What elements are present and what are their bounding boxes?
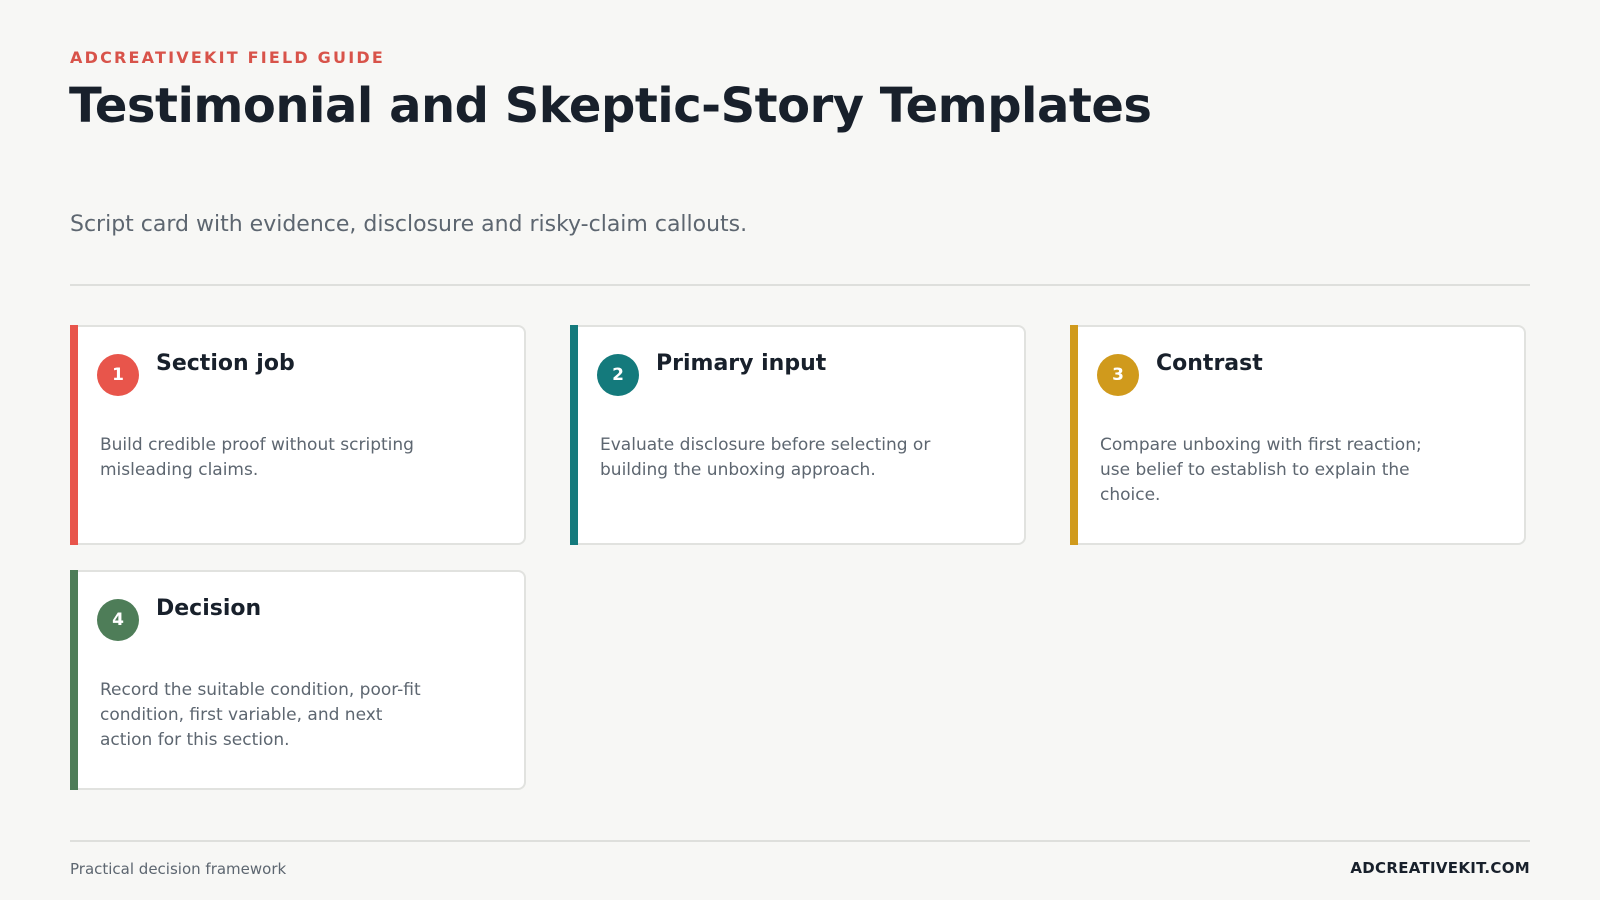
card-accent-bar	[70, 570, 78, 790]
step-number-badge: 3	[1097, 354, 1139, 396]
card-contrast: 3 Contrast Compare unboxing with first r…	[1070, 325, 1526, 545]
card-title: Section job	[156, 351, 295, 376]
card-title: Decision	[156, 596, 262, 621]
page-subtitle: Script card with evidence, disclosure an…	[70, 212, 748, 237]
card-body: Build credible proof without scripting m…	[100, 435, 414, 480]
step-number-badge: 2	[597, 354, 639, 396]
step-number-badge: 4	[97, 599, 139, 641]
top-divider	[70, 284, 1530, 286]
eyebrow-label: ADCREATIVEKIT FIELD GUIDE	[70, 48, 385, 67]
bottom-divider	[70, 840, 1530, 842]
card-accent-bar	[70, 325, 78, 545]
footer-site-link[interactable]: ADCREATIVEKIT.COM	[1350, 859, 1530, 877]
step-number-badge: 1	[97, 354, 139, 396]
card-section-job: 1 Section job Build credible proof witho…	[70, 325, 526, 545]
card-primary-input: 2 Primary input Evaluate disclosure befo…	[570, 325, 1026, 545]
card-body: Compare unboxing with first reaction; us…	[1100, 435, 1422, 505]
card-title: Contrast	[1156, 351, 1263, 376]
footer-tagline: Practical decision framework	[70, 860, 287, 878]
page-title: Testimonial and Skeptic-Story Templates	[69, 78, 1152, 134]
slide-page: ADCREATIVEKIT FIELD GUIDE Testimonial an…	[0, 0, 1600, 900]
card-body: Record the suitable condition, poor-fit …	[100, 680, 421, 750]
card-title: Primary input	[656, 351, 827, 376]
card-accent-bar	[570, 325, 578, 545]
card-decision: 4 Decision Record the suitable condition…	[70, 570, 526, 790]
card-body: Evaluate disclosure before selecting or …	[600, 435, 931, 480]
card-accent-bar	[1070, 325, 1078, 545]
